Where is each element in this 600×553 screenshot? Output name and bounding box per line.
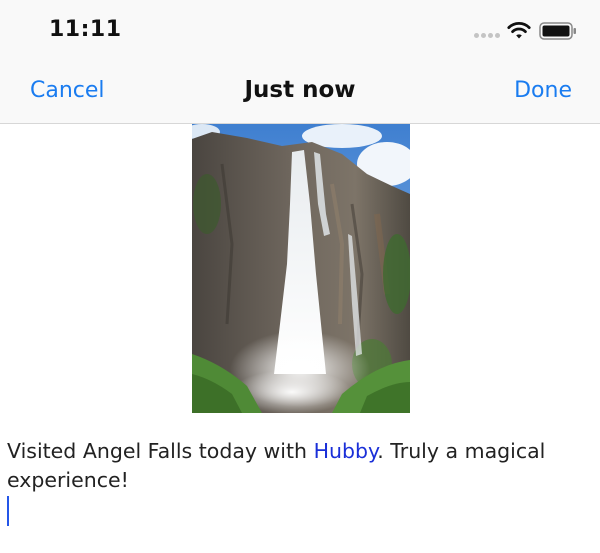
post-photo[interactable] [192, 124, 410, 413]
battery-icon [539, 22, 576, 40]
wifi-icon [507, 22, 531, 39]
done-button[interactable]: Done [514, 78, 572, 103]
nav-title: Just now [244, 77, 356, 103]
status-time: 11:11 [49, 17, 122, 42]
nav-bar: Cancel Just now Done [0, 62, 600, 124]
caption-text: Visited Angel Falls today with [7, 439, 314, 463]
text-cursor [7, 496, 9, 526]
post-caption[interactable]: Visited Angel Falls today with Hubby. Tr… [7, 437, 592, 495]
mention-tag[interactable]: Hubby [314, 439, 378, 463]
status-bar: 11:11 [0, 0, 600, 62]
signal-dots-icon [474, 33, 500, 38]
